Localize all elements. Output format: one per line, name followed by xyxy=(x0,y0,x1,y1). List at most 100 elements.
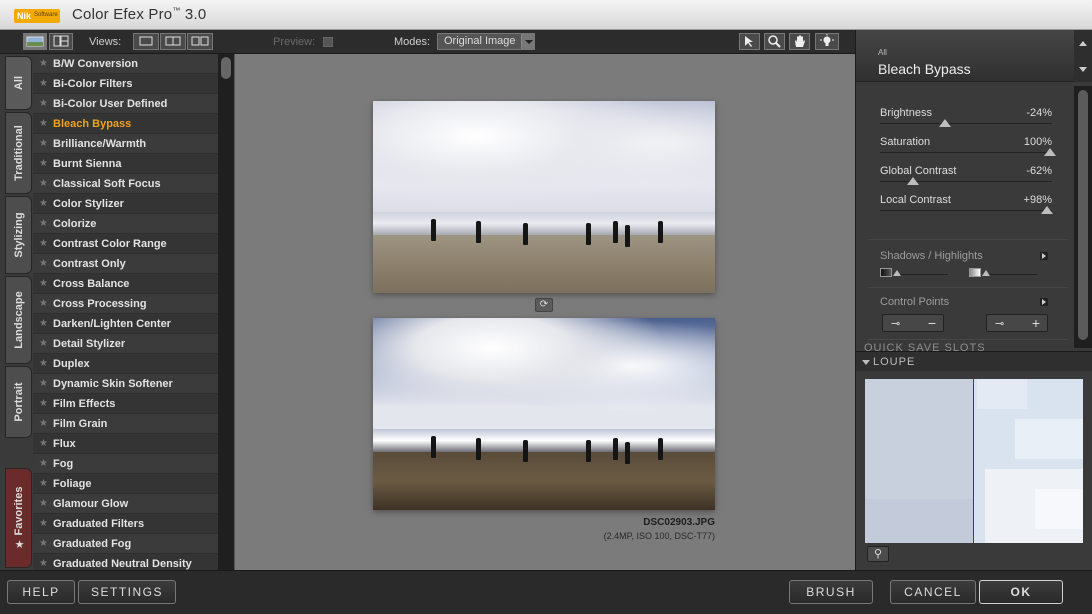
filter-item[interactable]: ★ Bi-Color Filters xyxy=(33,74,218,94)
view-side-by-side-icon[interactable] xyxy=(187,33,213,50)
modes-dropdown[interactable]: Original Image xyxy=(437,33,535,50)
filter-item[interactable]: ★ B/W Conversion xyxy=(33,54,218,74)
help-button[interactable]: HELP xyxy=(7,580,75,604)
filter-item[interactable]: ★ Burnt Sienna xyxy=(33,154,218,174)
filter-item[interactable]: ★ Brilliance/Warmth xyxy=(33,134,218,154)
hand-tool-icon[interactable] xyxy=(789,33,810,50)
tab-portrait[interactable]: Portrait xyxy=(5,366,32,438)
settings-button[interactable]: SETTINGS xyxy=(78,580,176,604)
swap-views-button[interactable]: ⟳ xyxy=(535,298,553,312)
controls-scrollbar[interactable] xyxy=(1074,86,1092,348)
filter-item[interactable]: ★ Cross Processing xyxy=(33,294,218,314)
tab-all[interactable]: All xyxy=(5,56,32,110)
favorite-star-icon[interactable]: ★ xyxy=(39,494,48,514)
favorite-star-icon[interactable]: ★ xyxy=(39,174,48,194)
scrollbar-thumb[interactable] xyxy=(221,57,231,79)
preview-checkbox[interactable] xyxy=(323,37,333,47)
favorite-star-icon[interactable]: ★ xyxy=(39,474,48,494)
add-control-point-button[interactable]: ⊸ + xyxy=(986,314,1048,332)
slider-handle[interactable] xyxy=(1040,206,1053,214)
favorite-star-icon[interactable]: ★ xyxy=(39,234,48,254)
favorite-star-icon[interactable]: ★ xyxy=(39,394,48,414)
scrollbar-thumb[interactable] xyxy=(1078,90,1088,340)
slider-global-contrast[interactable]: Global Contrast -62% xyxy=(880,165,1052,193)
favorite-star-icon[interactable]: ★ xyxy=(39,414,48,434)
tab-landscape[interactable]: Landscape xyxy=(5,276,32,364)
filter-item[interactable]: ★ Flux xyxy=(33,434,218,454)
favorite-star-icon[interactable]: ★ xyxy=(39,94,48,114)
slider-handle[interactable] xyxy=(981,270,990,276)
loupe-view[interactable] xyxy=(865,379,1083,543)
single-view-icon[interactable] xyxy=(23,33,47,50)
filter-item[interactable]: ★ Bleach Bypass xyxy=(33,114,218,134)
filter-item[interactable]: ★ Darken/Lighten Center xyxy=(33,314,218,334)
slider-handle[interactable] xyxy=(939,119,952,127)
slider-brightness[interactable]: Brightness -24% xyxy=(880,107,1052,135)
slider-handle[interactable] xyxy=(892,270,901,276)
filter-item[interactable]: ★ Film Effects xyxy=(33,394,218,414)
favorite-star-icon[interactable]: ★ xyxy=(39,274,48,294)
tab-favorites[interactable]: ★ Favorites xyxy=(5,468,32,568)
pointer-tool-icon[interactable] xyxy=(739,33,760,50)
tab-traditional[interactable]: Traditional xyxy=(5,112,32,194)
favorite-star-icon[interactable]: ★ xyxy=(39,314,48,334)
view-single-icon[interactable] xyxy=(133,33,159,50)
favorite-star-icon[interactable]: ★ xyxy=(39,534,48,554)
light-bulb-icon[interactable] xyxy=(815,33,839,50)
pin-loupe-button[interactable]: ⚲ xyxy=(867,546,889,562)
brush-button[interactable]: BRUSH xyxy=(789,580,873,604)
zoom-tool-icon[interactable] xyxy=(764,33,785,50)
slider-handle[interactable] xyxy=(1044,148,1057,156)
arrow-up-icon[interactable] xyxy=(1079,41,1087,46)
cancel-button[interactable]: CANCEL xyxy=(890,580,976,604)
filter-item[interactable]: ★ Contrast Only xyxy=(33,254,218,274)
expand-arrow-icon[interactable] xyxy=(1040,252,1048,260)
filter-item[interactable]: ★ Fog xyxy=(33,454,218,474)
slider-local-contrast[interactable]: Local Contrast +98% xyxy=(880,194,1053,222)
slider-saturation[interactable]: Saturation 100% xyxy=(880,136,1057,164)
slider-handle[interactable] xyxy=(906,177,919,185)
favorite-star-icon[interactable]: ★ xyxy=(39,374,48,394)
filter-item[interactable]: ★ Graduated Fog xyxy=(33,534,218,554)
favorite-star-icon[interactable]: ★ xyxy=(39,214,48,234)
favorite-star-icon[interactable]: ★ xyxy=(39,114,48,134)
favorite-star-icon[interactable]: ★ xyxy=(39,354,48,374)
filter-item[interactable]: ★ Classical Soft Focus xyxy=(33,174,218,194)
expand-arrow-icon[interactable] xyxy=(1040,298,1048,306)
filter-item[interactable]: ★ Film Grain xyxy=(33,414,218,434)
filter-item[interactable]: ★ Graduated Filters xyxy=(33,514,218,534)
filter-item[interactable]: ★ Cross Balance xyxy=(33,274,218,294)
filter-list-scrollbar[interactable] xyxy=(218,54,234,570)
favorite-star-icon[interactable]: ★ xyxy=(39,434,48,454)
filter-item[interactable]: ★ Graduated Neutral Density xyxy=(33,554,218,570)
preview-area[interactable]: ⟳ DSC02903.JPG (2.4MP, ISO 100, DSC-T77) xyxy=(234,54,855,570)
favorite-star-icon[interactable]: ★ xyxy=(39,154,48,174)
filter-item[interactable]: ★ Detail Stylizer xyxy=(33,334,218,354)
filter-item[interactable]: ★ Colorize xyxy=(33,214,218,234)
filter-item[interactable]: ★ Dynamic Skin Softener xyxy=(33,374,218,394)
favorite-star-icon[interactable]: ★ xyxy=(39,254,48,274)
favorite-star-icon[interactable]: ★ xyxy=(39,74,48,94)
filter-item[interactable]: ★ Bi-Color User Defined xyxy=(33,94,218,114)
tab-stylizing[interactable]: Stylizing xyxy=(5,196,32,274)
view-split-icon[interactable] xyxy=(160,33,186,50)
favorite-star-icon[interactable]: ★ xyxy=(39,514,48,534)
filter-item[interactable]: ★ Foliage xyxy=(33,474,218,494)
filter-item[interactable]: ★ Glamour Glow xyxy=(33,494,218,514)
favorite-star-icon[interactable]: ★ xyxy=(39,134,48,154)
favorite-star-icon[interactable]: ★ xyxy=(39,194,48,214)
filter-item[interactable]: ★ Duplex xyxy=(33,354,218,374)
ok-button[interactable]: OK xyxy=(979,580,1063,604)
shadows-slider[interactable] xyxy=(880,268,950,280)
favorite-star-icon[interactable]: ★ xyxy=(39,554,48,570)
filter-item[interactable]: ★ Contrast Color Range xyxy=(33,234,218,254)
filter-item[interactable]: ★ Color Stylizer xyxy=(33,194,218,214)
favorite-star-icon[interactable]: ★ xyxy=(39,294,48,314)
highlights-slider[interactable] xyxy=(969,268,1039,280)
split-panel-icon[interactable] xyxy=(49,33,73,50)
favorite-star-icon[interactable]: ★ xyxy=(39,334,48,354)
remove-control-point-button[interactable]: ⊸ − xyxy=(882,314,944,332)
arrow-down-icon[interactable] xyxy=(1079,67,1087,72)
favorite-star-icon[interactable]: ★ xyxy=(39,454,48,474)
loupe-header[interactable]: LOUPE xyxy=(856,351,1092,371)
